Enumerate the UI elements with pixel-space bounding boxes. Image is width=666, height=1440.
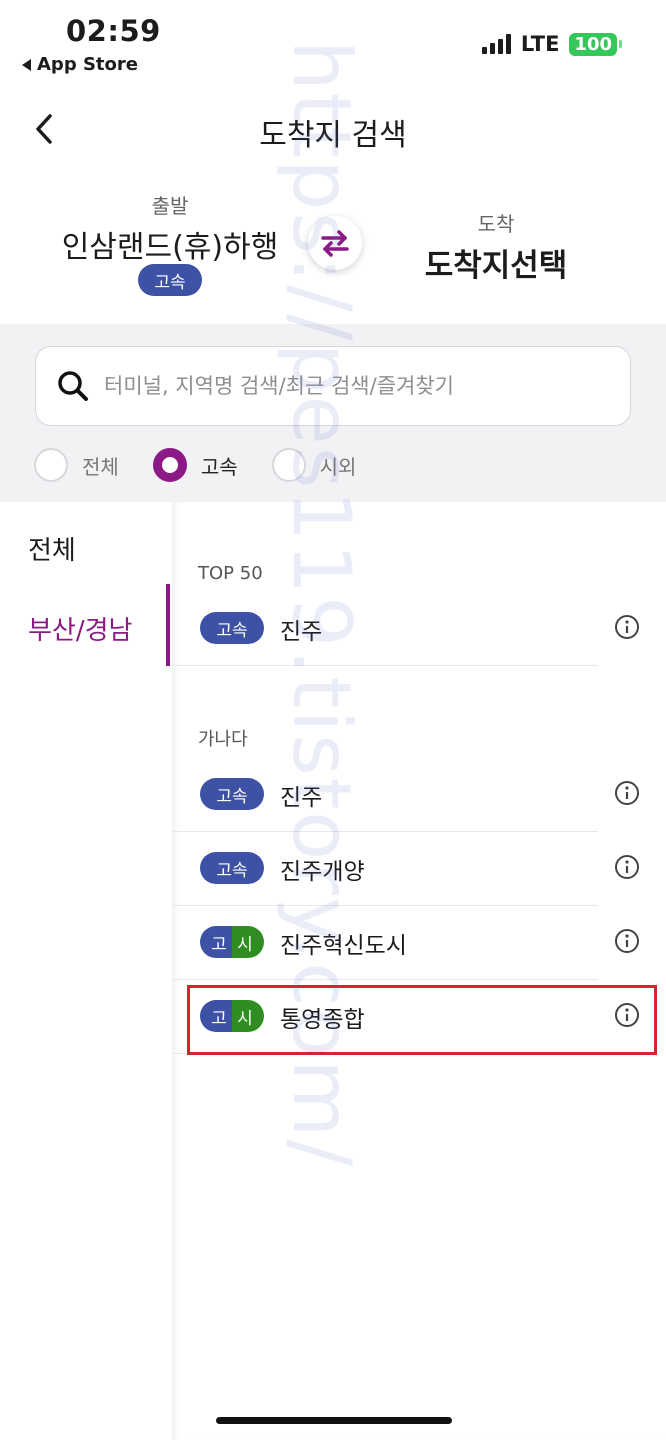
- terminal-name: 진주개양: [280, 859, 365, 885]
- back-triangle-icon: [22, 58, 31, 71]
- express-badge: 고속: [200, 852, 264, 884]
- arrival-label: 도착: [477, 212, 515, 236]
- section-title-top: TOP 50: [198, 563, 263, 584]
- home-indicator[interactable]: [216, 1417, 452, 1424]
- filter-express[interactable]: 고속: [152, 448, 238, 482]
- list-item[interactable]: 고속 진주: [172, 758, 666, 832]
- terminal-name: 진주: [280, 785, 323, 811]
- badge-express-part: 고: [211, 934, 227, 955]
- search-area: 전체 고속 시외: [0, 324, 666, 502]
- region-item-busan-gyeongnam[interactable]: 부산/경남: [28, 610, 132, 647]
- type-filter: 전체 고속 시외: [34, 448, 390, 482]
- section-title-ganada: 가나다: [198, 729, 248, 750]
- express-badge: 고속: [200, 778, 264, 810]
- filter-label: 시외: [319, 454, 357, 479]
- departure-label: 출발: [151, 194, 189, 218]
- swap-button[interactable]: [308, 216, 362, 270]
- arrival-select[interactable]: 도착지선택: [396, 240, 596, 285]
- departure-type-badge: 고속: [138, 264, 202, 296]
- battery-icon: 100: [569, 32, 622, 56]
- list-item[interactable]: 고속 진주개양: [172, 832, 666, 906]
- radio-selected-icon: [152, 448, 187, 482]
- search-icon: [58, 371, 88, 401]
- radio-icon: [34, 448, 68, 482]
- region-item-all[interactable]: 전체: [28, 530, 76, 567]
- info-icon[interactable]: [614, 780, 640, 806]
- filter-intercity[interactable]: 시외: [271, 448, 357, 482]
- badge-intercity-part: 시: [237, 934, 253, 955]
- search-box[interactable]: [35, 346, 631, 426]
- back-app-label: App Store: [37, 54, 138, 75]
- status-time: 02:59: [66, 14, 161, 48]
- status-indicators: LTE 100: [481, 32, 622, 56]
- active-region-indicator: [166, 584, 170, 666]
- swap-arrows-icon: [321, 230, 349, 257]
- list-item[interactable]: 고 시 진주혁신도시: [172, 906, 666, 980]
- region-sidebar: 전체 부산/경남: [0, 502, 170, 1440]
- terminal-name: 진주혁신도시: [280, 933, 407, 959]
- departure-name[interactable]: 인삼랜드(휴)하행: [40, 222, 300, 266]
- highlight-box: [187, 985, 657, 1055]
- info-icon[interactable]: [614, 854, 640, 880]
- info-icon[interactable]: [614, 614, 640, 640]
- signal-icon: [481, 34, 511, 54]
- page-title: 도착지 검색: [259, 118, 407, 153]
- battery-level: 100: [569, 32, 617, 56]
- search-input[interactable]: [104, 374, 584, 398]
- terminal-name: 진주: [280, 619, 323, 645]
- express-badge: 고속: [200, 612, 264, 644]
- network-label: LTE: [520, 32, 560, 56]
- info-icon[interactable]: [614, 928, 640, 954]
- radio-icon: [271, 448, 306, 482]
- filter-label: 고속: [200, 454, 238, 479]
- express-intercity-badge: 고 시: [200, 926, 264, 958]
- route-panel: 출발 인삼랜드(휴)하행 고속 도착 도착지선택: [0, 180, 666, 324]
- filter-all[interactable]: 전체: [34, 448, 119, 482]
- back-to-app-store[interactable]: App Store: [22, 54, 138, 75]
- list-item[interactable]: 고속 진주: [172, 592, 666, 666]
- filter-label: 전체: [82, 454, 119, 479]
- terminal-list: TOP 50 고속 진주 가나다 고속 진주 고속 진주개양 고 시 진주혁신도…: [172, 502, 666, 1440]
